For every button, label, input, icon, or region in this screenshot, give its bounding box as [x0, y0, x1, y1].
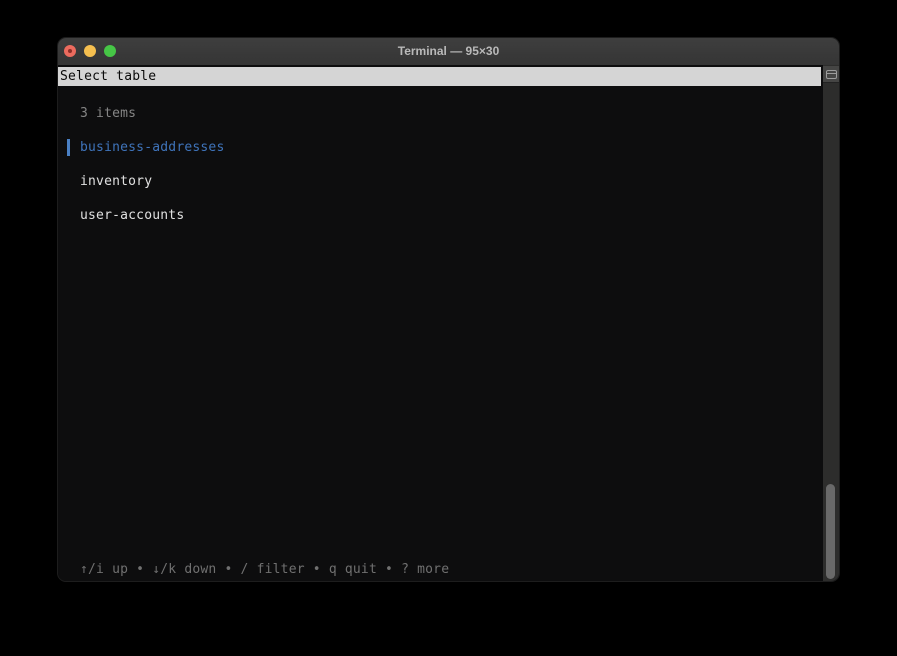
split-pane-icon [826, 70, 837, 79]
terminal-window: Terminal — 95×30 Select table 3 items bu… [57, 37, 840, 582]
scrollbar-thumb[interactable] [826, 484, 835, 579]
list-status: 3 items [80, 105, 136, 122]
desktop: { "window": { "title": "Terminal — 95×30… [0, 0, 897, 656]
list-item-inventory[interactable]: inventory [80, 173, 152, 190]
help-bar: ↑/i up • ↓/k down • / filter • q quit • … [80, 561, 449, 578]
split-pane-button[interactable] [823, 66, 839, 83]
list-item-user-accounts[interactable]: user-accounts [80, 207, 184, 224]
window-title: Terminal — 95×30 [58, 38, 839, 65]
window-titlebar[interactable]: Terminal — 95×30 [58, 38, 839, 66]
list-title-bar: Select table [58, 67, 822, 86]
selection-cursor [67, 139, 70, 156]
terminal-content: Select table 3 items business-addresses … [58, 65, 839, 581]
scrollbar-track[interactable] [821, 65, 839, 581]
list-item-business-addresses[interactable]: business-addresses [80, 139, 224, 156]
